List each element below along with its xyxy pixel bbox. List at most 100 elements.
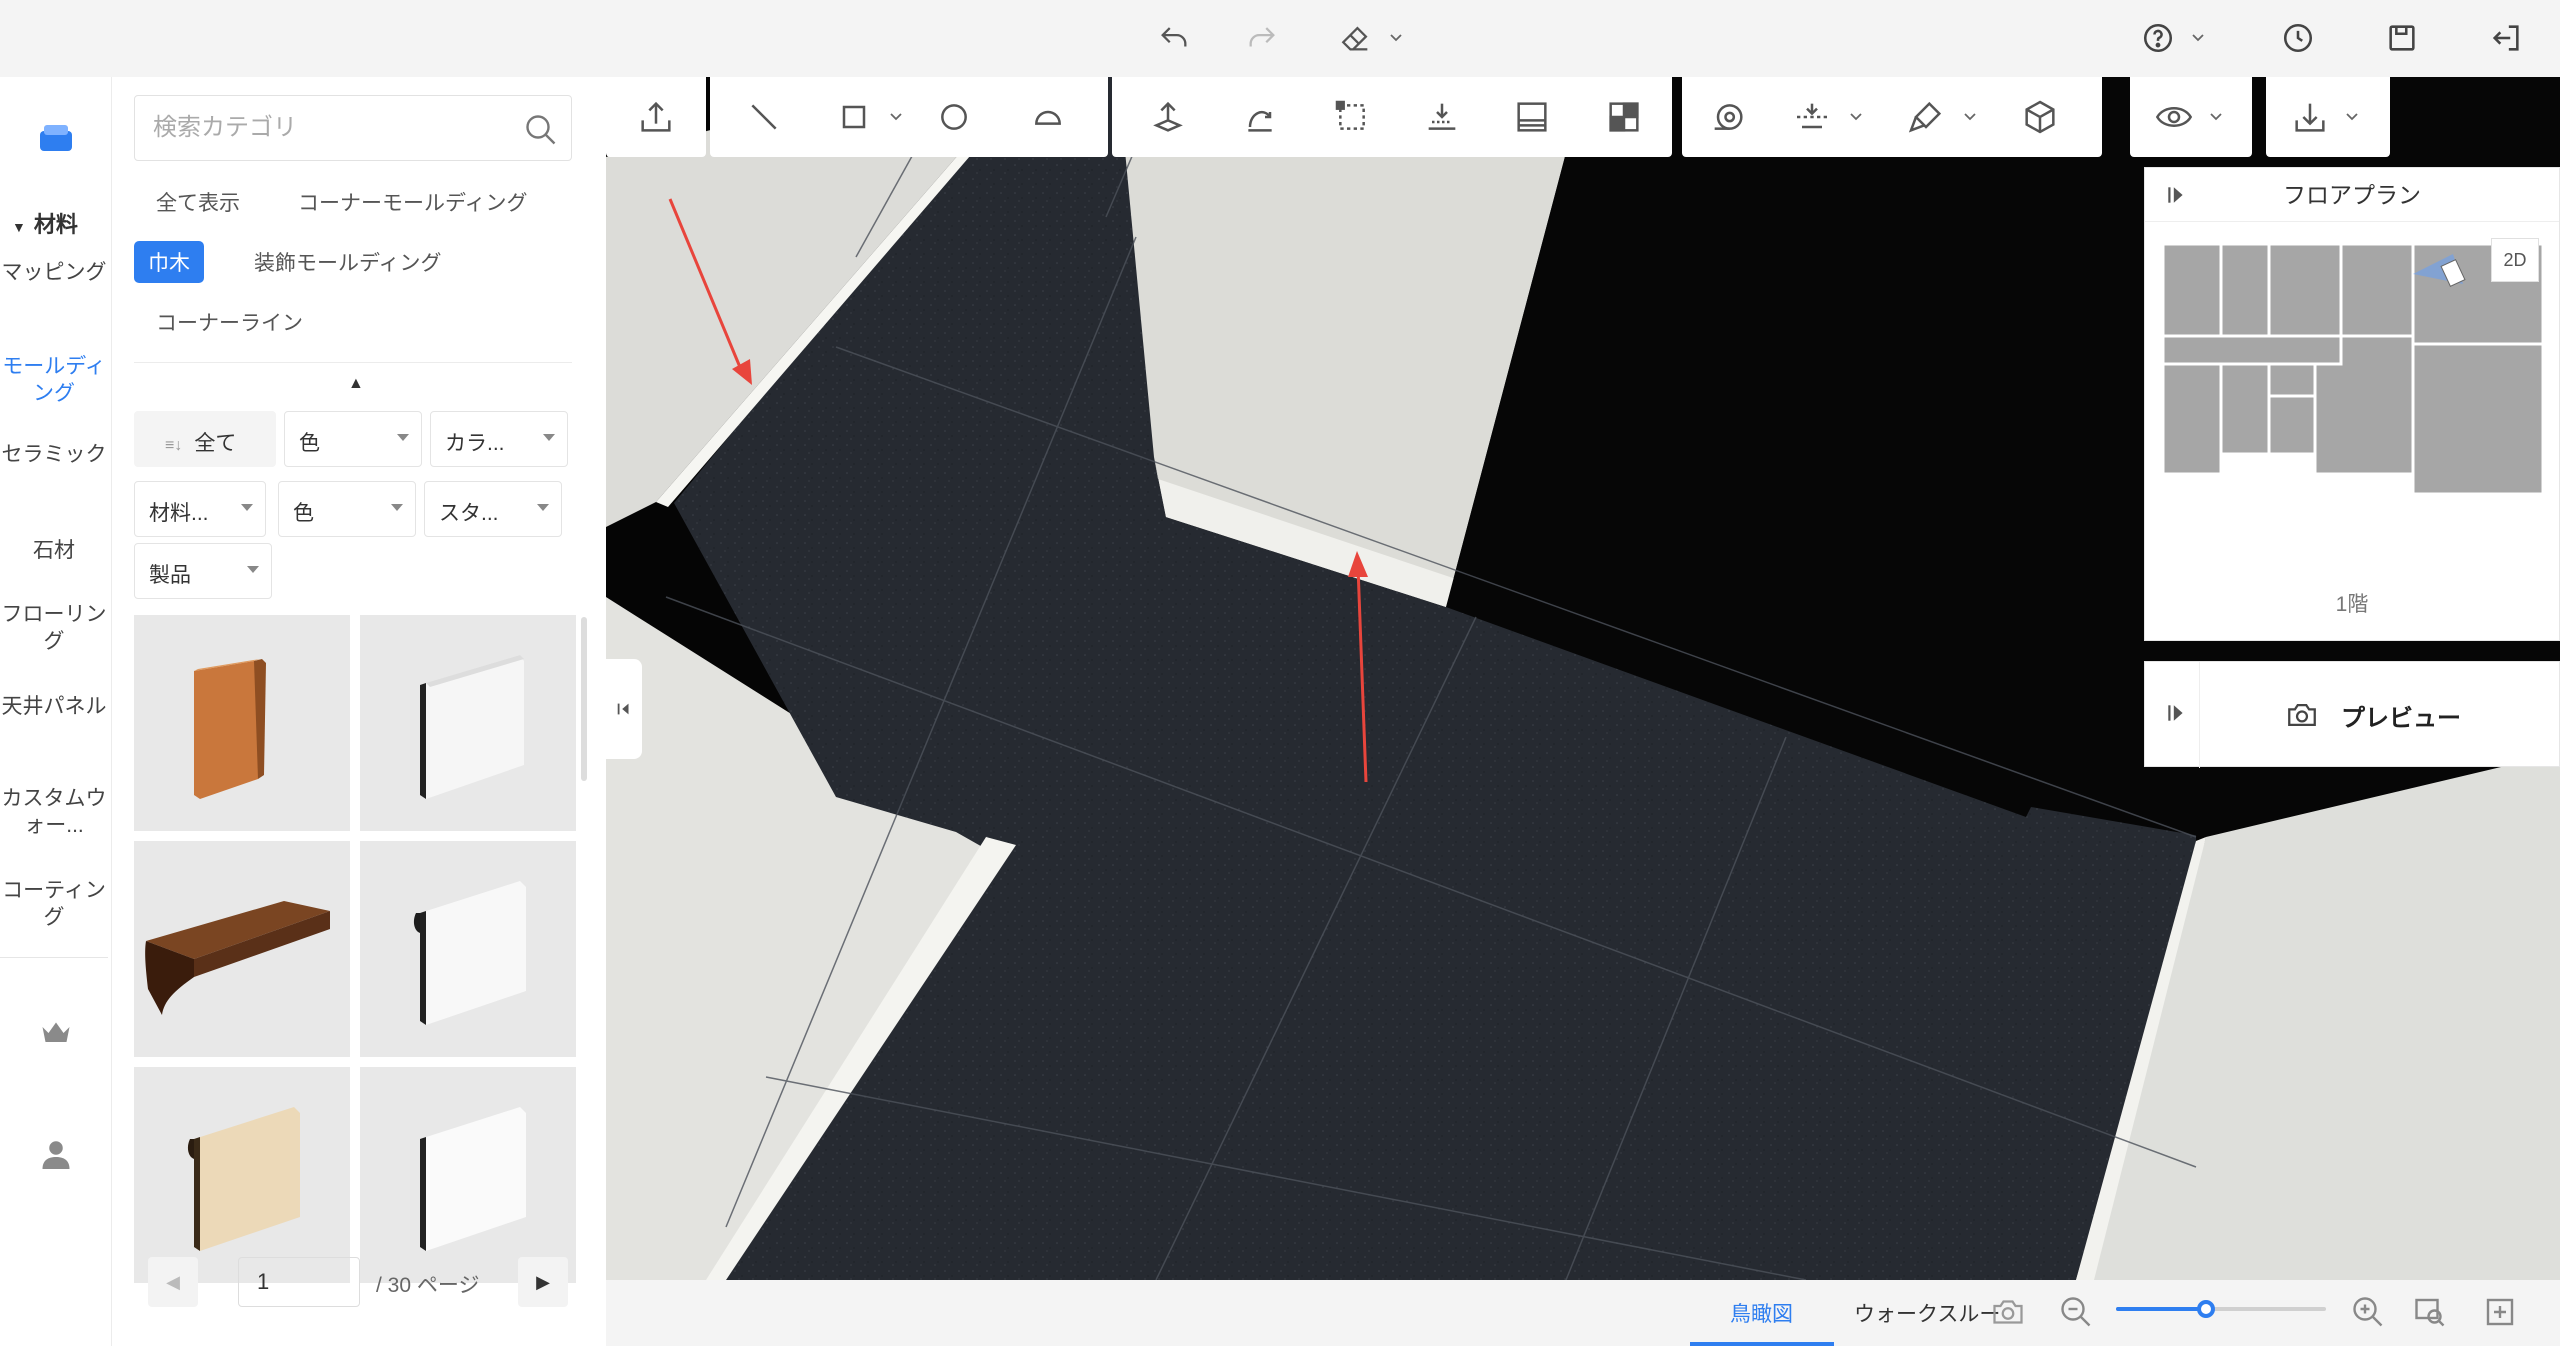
expand-preview-icon[interactable] bbox=[2165, 702, 2187, 724]
rail-item-custom-wall[interactable]: カスタムウォー... bbox=[0, 785, 108, 839]
filter-sort-all[interactable]: ≡↓ 全て bbox=[134, 411, 276, 467]
collapse-categories-icon[interactable]: ▲ bbox=[348, 375, 364, 393]
zoom-out-icon[interactable] bbox=[2058, 1294, 2094, 1330]
search-icon[interactable] bbox=[523, 112, 559, 148]
3d-viewport[interactable]: フロアプラン 2D 1階 プレビュー bbox=[606, 77, 2560, 1280]
expand-panel-icon[interactable] bbox=[2165, 184, 2187, 206]
left-rail: ▼ 材料 マッピング モールディング セラミック 石材 フローリング 天井パネル … bbox=[0, 77, 112, 1346]
paint-dropdown-icon[interactable] bbox=[1960, 107, 1980, 127]
tab-birds-eye-view[interactable]: 鳥瞰図 bbox=[1730, 1298, 1793, 1328]
export-icon[interactable] bbox=[636, 97, 676, 137]
user-avatar-icon[interactable] bbox=[38, 1135, 74, 1173]
preview-divider bbox=[2199, 662, 2200, 768]
align-icon[interactable] bbox=[1792, 97, 1832, 137]
zoom-fit-icon[interactable] bbox=[2412, 1294, 2448, 1330]
eraser-dropdown-icon[interactable] bbox=[1382, 24, 1410, 52]
rectangle-icon[interactable] bbox=[834, 97, 874, 137]
product-grid bbox=[134, 615, 576, 1301]
catalog-scrollbar[interactable] bbox=[581, 617, 587, 781]
download-icon[interactable] bbox=[2290, 97, 2330, 137]
page-number-input[interactable]: 1 bbox=[238, 1257, 360, 1307]
rail-item-ceiling-panel[interactable]: 天井パネル bbox=[0, 693, 108, 720]
select-area-icon[interactable] bbox=[1332, 97, 1372, 137]
rail-item-coating[interactable]: コーティング bbox=[0, 877, 108, 931]
camera-icon bbox=[2288, 703, 2316, 727]
eye-icon[interactable] bbox=[2154, 97, 2194, 137]
rail-item-ceramic[interactable]: セラミック bbox=[0, 441, 108, 468]
category-corner-line[interactable]: コーナーライン bbox=[156, 307, 303, 337]
redo-icon[interactable] bbox=[1238, 14, 1286, 62]
materials-app-icon[interactable] bbox=[30, 113, 82, 165]
undo-icon[interactable] bbox=[1150, 14, 1198, 62]
paint-icon[interactable] bbox=[1906, 97, 1946, 137]
rail-divider bbox=[0, 957, 108, 958]
product-card-walnut-cornice[interactable] bbox=[134, 841, 350, 1057]
filter-product[interactable]: 製品 bbox=[134, 543, 272, 599]
eraser-icon[interactable] bbox=[1332, 14, 1380, 62]
lift-icon[interactable] bbox=[1148, 97, 1188, 137]
page-total-label: / 30 ページ bbox=[376, 1274, 480, 1297]
circle-icon[interactable] bbox=[934, 97, 974, 137]
download-dropdown-icon[interactable] bbox=[2342, 107, 2362, 127]
zoom-slider-knob[interactable] bbox=[2197, 1300, 2215, 1318]
help-icon[interactable] bbox=[2134, 14, 2182, 62]
align-dropdown-icon[interactable] bbox=[1846, 107, 1866, 127]
rail-item-molding[interactable]: モールディング bbox=[0, 353, 108, 407]
filter-style[interactable]: スタ... bbox=[424, 481, 562, 537]
rectangle-dropdown-icon[interactable] bbox=[886, 107, 906, 127]
product-card-white-baseboard[interactable] bbox=[360, 615, 576, 831]
collapse-catalog-button[interactable] bbox=[606, 659, 642, 759]
next-page-icon: ▶ bbox=[536, 1271, 550, 1292]
filter-color-2[interactable]: カラ... bbox=[430, 411, 568, 467]
measure-tape-icon[interactable] bbox=[1708, 97, 1748, 137]
product-card-light-wood-baseboard[interactable] bbox=[134, 1067, 350, 1283]
panel-icon[interactable] bbox=[1512, 97, 1552, 137]
eye-dropdown-icon[interactable] bbox=[2206, 107, 2226, 127]
exit-icon[interactable] bbox=[2482, 14, 2530, 62]
rail-item-flooring[interactable]: フローリング bbox=[0, 601, 108, 655]
search-box bbox=[134, 95, 572, 161]
arc-icon[interactable] bbox=[1028, 97, 1068, 137]
zoom-in-icon[interactable] bbox=[2350, 1294, 2386, 1330]
prev-page-button[interactable]: ◀ bbox=[148, 1257, 198, 1307]
dropdown-icon bbox=[247, 566, 259, 573]
product-card-wood-baseboard[interactable] bbox=[134, 615, 350, 831]
tab-walkthrough[interactable]: ウォークスルー bbox=[1854, 1298, 2000, 1328]
product-card-white-flat-baseboard[interactable] bbox=[360, 1067, 576, 1283]
filter-material[interactable]: 材料... bbox=[134, 481, 266, 537]
pagination: ◀ 1 / 30 ページ ▶ bbox=[148, 1257, 568, 1309]
category-corner-molding[interactable]: コーナーモールディング bbox=[298, 187, 528, 217]
split-icon[interactable] bbox=[1604, 97, 1644, 137]
toolgroup-download bbox=[2266, 77, 2390, 157]
line-icon[interactable] bbox=[744, 97, 784, 137]
floor-label: 1階 bbox=[2335, 593, 2369, 616]
preview-label: プレビュー bbox=[2341, 705, 2461, 732]
cube-icon[interactable] bbox=[2020, 97, 2060, 137]
floorplan-minimap[interactable] bbox=[2163, 244, 2560, 514]
search-input[interactable] bbox=[153, 110, 513, 146]
toolgroup-view bbox=[2130, 77, 2252, 157]
filter-color-3[interactable]: 色 bbox=[278, 481, 416, 537]
add-view-icon[interactable] bbox=[2482, 1294, 2518, 1330]
category-all[interactable]: 全て表示 bbox=[156, 187, 240, 217]
floorplan-2d-toggle[interactable]: 2D bbox=[2491, 238, 2539, 282]
zoom-slider[interactable] bbox=[2116, 1300, 2326, 1318]
product-card-white-ogee-baseboard[interactable] bbox=[360, 841, 576, 1057]
category-decorative-molding[interactable]: 装飾モールディング bbox=[254, 247, 442, 277]
filter-color[interactable]: 色 bbox=[284, 411, 422, 467]
category-baseboard[interactable]: 巾木 bbox=[134, 241, 204, 283]
rail-item-stone[interactable]: 石材 bbox=[0, 537, 108, 564]
floor-level-icon[interactable] bbox=[1422, 97, 1462, 137]
toolgroup-draw bbox=[710, 77, 1108, 157]
preview-panel[interactable]: プレビュー bbox=[2144, 661, 2560, 768]
save-icon[interactable] bbox=[2378, 14, 2426, 62]
rotate-icon[interactable] bbox=[1240, 97, 1280, 137]
rail-item-mapping[interactable]: マッピング bbox=[0, 259, 108, 286]
history-icon[interactable] bbox=[2274, 14, 2322, 62]
crown-icon[interactable] bbox=[38, 1015, 74, 1051]
dropdown-icon bbox=[391, 504, 403, 511]
next-page-button[interactable]: ▶ bbox=[518, 1257, 568, 1307]
camera-settings-icon[interactable] bbox=[1990, 1294, 2026, 1330]
help-dropdown-icon[interactable] bbox=[2184, 24, 2212, 52]
rail-header[interactable]: ▼ 材料 bbox=[12, 207, 78, 239]
